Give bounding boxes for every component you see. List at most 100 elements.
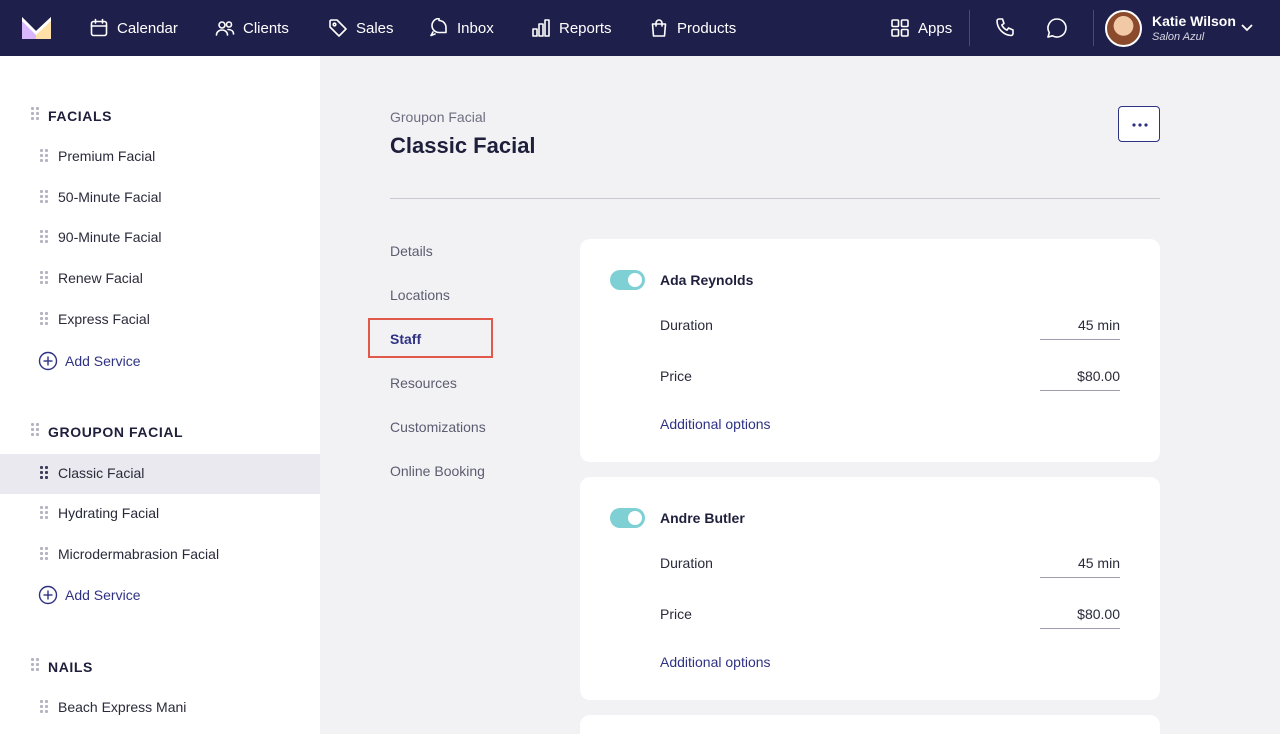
nav-divider xyxy=(1093,10,1094,46)
category-title: NAILS xyxy=(48,659,93,675)
ellipsis-icon xyxy=(1132,123,1148,127)
nav-clients-label: Clients xyxy=(243,19,289,37)
add-service-label: Add Service xyxy=(65,353,141,369)
staff-card: Andre Butler Duration 45 min Price $80.0… xyxy=(580,477,1160,700)
drag-handle-icon[interactable] xyxy=(40,700,48,716)
price-label: Price xyxy=(660,368,692,384)
nav-apps-label: Apps xyxy=(918,19,953,37)
user-location: Salon Azul xyxy=(1152,31,1205,43)
header-divider xyxy=(390,198,1160,199)
staff-enabled-toggle[interactable] xyxy=(610,270,645,290)
add-service-button[interactable]: Add Service xyxy=(38,585,140,605)
service-item[interactable]: Express Facial xyxy=(0,300,320,340)
calendar-icon xyxy=(90,18,108,37)
service-item[interactable]: Beach Express Mani xyxy=(0,688,320,728)
tab-customizations[interactable]: Customizations xyxy=(390,419,486,435)
drag-handle-icon[interactable] xyxy=(40,506,48,522)
add-service-label: Add Service xyxy=(65,587,141,603)
service-label: Premium Facial xyxy=(58,148,156,164)
service-label: 90-Minute Facial xyxy=(58,229,162,245)
duration-label: Duration xyxy=(660,555,713,571)
staff-card xyxy=(580,715,1160,734)
plus-circle-icon xyxy=(38,585,58,605)
top-navigation-bar: Calendar Clients Sales Inbox Reports Pro… xyxy=(0,0,1280,56)
nav-apps[interactable]: Apps xyxy=(890,0,952,56)
drag-handle-icon[interactable] xyxy=(31,658,39,674)
service-item[interactable]: 90-Minute Facial xyxy=(0,218,320,258)
service-sidebar: FACIALS Premium Facial 50-Minute Facial … xyxy=(0,56,320,734)
duration-input[interactable]: 45 min xyxy=(1040,552,1120,578)
user-menu-toggle[interactable] xyxy=(1240,20,1254,34)
drag-handle-icon[interactable] xyxy=(40,149,48,165)
additional-options-link[interactable]: Additional options xyxy=(660,654,771,670)
staff-card: Ada Reynolds Duration 45 min Price $80.0… xyxy=(580,239,1160,462)
tab-staff-highlight xyxy=(368,318,493,358)
tab-resources[interactable]: Resources xyxy=(390,375,457,391)
clients-icon xyxy=(215,21,235,36)
service-label: Express Facial xyxy=(58,311,150,327)
apps-grid-icon xyxy=(891,19,909,37)
price-input[interactable]: $80.00 xyxy=(1040,603,1120,629)
nav-reports[interactable]: Reports xyxy=(531,0,612,56)
nav-divider xyxy=(969,10,970,46)
chevron-down-icon xyxy=(1241,24,1253,32)
category-title: FACIALS xyxy=(48,108,113,124)
service-item[interactable]: Renew Facial xyxy=(0,259,320,299)
nav-sales-label: Sales xyxy=(356,19,394,37)
chat-bubble-icon xyxy=(1047,18,1067,38)
additional-options-link[interactable]: Additional options xyxy=(660,416,771,432)
duration-input[interactable]: 45 min xyxy=(1040,314,1120,340)
user-name[interactable]: Katie Wilson xyxy=(1152,13,1236,29)
staff-enabled-toggle[interactable] xyxy=(610,508,645,528)
nav-inbox-label: Inbox xyxy=(457,19,494,37)
more-options-button[interactable] xyxy=(1118,106,1160,142)
nav-clients[interactable]: Clients xyxy=(215,0,289,56)
service-item-active[interactable]: Classic Facial xyxy=(0,454,320,494)
price-label: Price xyxy=(660,606,692,622)
service-label: Microdermabrasion Facial xyxy=(58,546,220,562)
page-title: Classic Facial xyxy=(390,133,536,158)
drag-handle-icon[interactable] xyxy=(40,230,48,246)
nav-calendar[interactable]: Calendar xyxy=(89,0,178,56)
breadcrumb[interactable]: Groupon Facial xyxy=(390,109,486,125)
nav-sales[interactable]: Sales xyxy=(328,0,394,56)
duration-label: Duration xyxy=(660,317,713,333)
inbox-icon xyxy=(430,18,447,37)
service-item[interactable]: Premium Facial xyxy=(0,137,320,177)
drag-handle-icon[interactable] xyxy=(40,466,48,482)
category-title: GROUPON FACIAL xyxy=(48,424,184,440)
drag-handle-icon[interactable] xyxy=(40,312,48,328)
tab-locations[interactable]: Locations xyxy=(390,287,450,303)
drag-handle-icon[interactable] xyxy=(40,271,48,287)
drag-handle-icon[interactable] xyxy=(31,423,39,439)
phone-button[interactable] xyxy=(994,16,1018,40)
nav-inbox[interactable]: Inbox xyxy=(429,0,494,56)
chat-button[interactable] xyxy=(1045,16,1069,40)
plus-circle-icon xyxy=(38,351,58,371)
drag-handle-icon[interactable] xyxy=(40,547,48,563)
nav-reports-label: Reports xyxy=(559,19,612,37)
bar-chart-icon xyxy=(532,19,550,37)
user-avatar[interactable] xyxy=(1105,10,1142,47)
price-input[interactable]: $80.00 xyxy=(1040,365,1120,391)
tab-details[interactable]: Details xyxy=(390,243,433,259)
service-item[interactable]: Hydrating Facial xyxy=(0,494,320,534)
service-label: Hydrating Facial xyxy=(58,505,160,521)
add-service-button[interactable]: Add Service xyxy=(38,351,140,371)
tag-icon xyxy=(329,19,347,37)
service-item[interactable]: 50-Minute Facial xyxy=(0,178,320,218)
nav-products[interactable]: Products xyxy=(649,0,736,56)
nav-products-label: Products xyxy=(677,19,737,37)
shopping-bag-icon xyxy=(651,19,667,37)
staff-name: Andre Butler xyxy=(660,510,745,526)
drag-handle-icon[interactable] xyxy=(40,190,48,206)
staff-name: Ada Reynolds xyxy=(660,272,754,288)
service-label: Classic Facial xyxy=(58,465,145,481)
drag-handle-icon[interactable] xyxy=(31,107,39,123)
service-label: Renew Facial xyxy=(58,270,143,286)
tab-online-booking[interactable]: Online Booking xyxy=(390,463,485,479)
nav-calendar-label: Calendar xyxy=(117,19,178,37)
service-label: 50-Minute Facial xyxy=(58,189,162,205)
service-item[interactable]: Microdermabrasion Facial xyxy=(0,535,320,575)
brand-logo[interactable] xyxy=(22,17,51,39)
